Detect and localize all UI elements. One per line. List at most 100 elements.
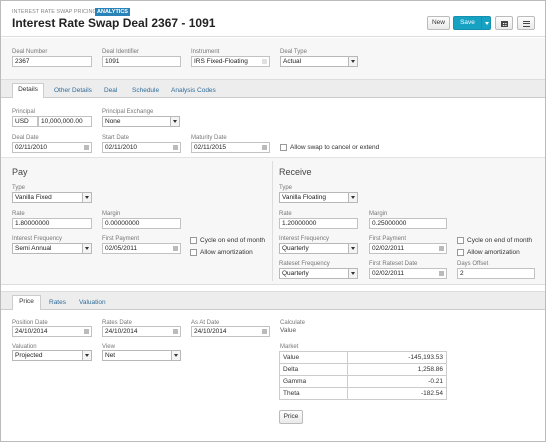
calendar-icon[interactable] [173, 246, 178, 251]
page-title: Interest Rate Swap Deal 2367 - 1091 [12, 16, 216, 30]
receive-interest-frequency-label: Interest Frequency [279, 236, 330, 242]
valuation-select[interactable]: Projected [12, 350, 92, 361]
principal-exchange-label: Principal Exchange [102, 109, 154, 115]
calendar-icon[interactable] [173, 145, 178, 150]
calendar-icon[interactable] [439, 246, 444, 251]
tab-details[interactable]: Details [12, 83, 44, 98]
save-button[interactable]: Save [453, 16, 482, 30]
tab-rates[interactable]: Rates [49, 299, 66, 306]
market-name: Gamma [279, 375, 348, 388]
pay-amortization-checkbox[interactable] [190, 249, 197, 256]
rates-date-value: 24/10/2014 [105, 328, 138, 335]
receive-amortization-label: Allow amortization [467, 248, 520, 256]
rateset-frequency-select[interactable]: Quarterly [279, 268, 358, 279]
view-select[interactable]: Net [102, 350, 181, 361]
market-value: -145,193.53 [347, 351, 447, 364]
chevron-down-icon [171, 351, 180, 360]
pay-rate-field[interactable]: 1.80000000 [12, 218, 92, 229]
receive-type-select[interactable]: Vanilla Floating [279, 192, 358, 203]
deal-date-field[interactable]: 02/11/2010 [12, 142, 92, 153]
instrument-value: IRS Fixed-Floating [194, 58, 248, 65]
deal-identifier-label: Deal Identifier [102, 49, 140, 55]
valuation-value: Projected [15, 352, 43, 359]
as-at-date-field[interactable]: 24/10/2014 [191, 326, 270, 337]
receive-interest-frequency-value: Quarterly [282, 245, 309, 252]
pay-first-payment-field[interactable]: 02/05/2011 [102, 243, 181, 254]
tab-schedule[interactable]: Schedule [132, 87, 159, 94]
view-value: Net [105, 352, 116, 359]
first-rateset-value: 02/02/2011 [372, 270, 405, 277]
instrument-field[interactable]: IRS Fixed-Floating [191, 56, 270, 67]
days-offset-field[interactable]: 2 [457, 268, 535, 279]
deal-identifier-field[interactable]: 1091 [102, 56, 181, 67]
principal-exchange-select[interactable]: None [102, 116, 180, 127]
receive-margin-label: Margin [369, 211, 388, 217]
deal-number-field[interactable]: 2367 [12, 56, 92, 67]
start-date-field[interactable]: 02/11/2010 [102, 142, 181, 153]
market-name: Value [279, 351, 348, 364]
chevron-down-icon [82, 193, 91, 202]
calendar-icon[interactable] [439, 271, 444, 276]
tab-valuation[interactable]: Valuation [79, 299, 106, 306]
deal-type-select[interactable]: Actual [280, 56, 358, 67]
receive-rate-field[interactable]: 1.20000000 [279, 218, 358, 229]
market-name: Theta [279, 387, 348, 400]
pay-type-select[interactable]: Vanilla Fixed [12, 192, 92, 203]
save-dropdown-button[interactable] [481, 16, 491, 30]
first-rateset-field[interactable]: 02/02/2011 [369, 268, 447, 279]
new-button[interactable]: New [427, 16, 450, 30]
tab-other-details[interactable]: Other Details [54, 87, 92, 94]
grid-view-button[interactable] [495, 16, 513, 30]
calculate-value: Value [280, 327, 297, 334]
rates-date-field[interactable]: 24/10/2014 [102, 326, 181, 337]
calendar-icon[interactable] [173, 329, 178, 334]
maturity-date-value: 02/11/2015 [194, 144, 227, 151]
chevron-down-icon [484, 22, 489, 25]
market-name: Delta [279, 363, 348, 376]
position-date-field[interactable]: 24/10/2014 [12, 326, 92, 337]
receive-amortization-checkbox[interactable] [457, 249, 464, 256]
save-button-label: Save [460, 19, 475, 26]
principal-field[interactable]: 10,000,000.00 [38, 116, 92, 127]
pay-margin-field[interactable]: 0.00000000 [102, 218, 181, 229]
rateset-frequency-label: Rateset Frequency [279, 261, 330, 267]
allow-cancel-checkbox[interactable] [280, 144, 287, 151]
chevron-down-icon [82, 351, 91, 360]
tab-deal[interactable]: Deal [104, 87, 117, 94]
principal-label: Principal [12, 109, 36, 115]
menu-button[interactable] [517, 16, 535, 30]
calendar-icon[interactable] [262, 329, 267, 334]
maturity-date-label: Maturity Date [191, 135, 227, 141]
analytics-badge: ANALYTICS [95, 7, 130, 16]
market-table: Value -145,193.53 Delta 1,258.86 Gamma -0.2… [279, 351, 447, 400]
maturity-date-field[interactable]: 02/11/2015 [191, 142, 270, 153]
chevron-down-icon [82, 244, 91, 253]
tab-price[interactable]: Price [12, 295, 41, 310]
pay-interest-frequency-select[interactable]: Semi Annual [12, 243, 92, 254]
receive-rate-label: Rate [279, 211, 292, 217]
lookup-icon[interactable] [262, 59, 267, 64]
receive-first-payment-value: 02/02/2011 [372, 245, 405, 252]
currency-field[interactable]: USD [12, 116, 38, 127]
app-name: INTEREST RATE SWAP PRICING [12, 9, 97, 15]
receive-cycle-checkbox[interactable] [457, 237, 464, 244]
pay-type-value: Vanilla Fixed [15, 194, 52, 201]
first-rateset-label: First Rateset Date [369, 261, 418, 267]
pay-rate-label: Rate [12, 211, 25, 217]
tab-analysis-codes[interactable]: Analysis Codes [171, 87, 216, 94]
rateset-frequency-value: Quarterly [282, 270, 309, 277]
chevron-down-icon [348, 269, 357, 278]
pay-cycle-checkbox[interactable] [190, 237, 197, 244]
calendar-icon[interactable] [84, 329, 89, 334]
receive-cycle-label: Cycle on end of month [467, 236, 533, 244]
pay-cycle-label: Cycle on end of month [200, 236, 266, 244]
new-button-label: New [431, 19, 445, 26]
deal-type-label: Deal Type [280, 49, 307, 55]
calendar-icon[interactable] [84, 145, 89, 150]
calendar-icon[interactable] [262, 145, 267, 150]
receive-margin-field[interactable]: 0.25000000 [369, 218, 447, 229]
price-button[interactable]: Price [279, 410, 303, 424]
receive-first-payment-field[interactable]: 02/02/2011 [369, 243, 447, 254]
receive-interest-frequency-select[interactable]: Quarterly [279, 243, 358, 254]
table-row: Gamma -0.21 [279, 375, 447, 388]
